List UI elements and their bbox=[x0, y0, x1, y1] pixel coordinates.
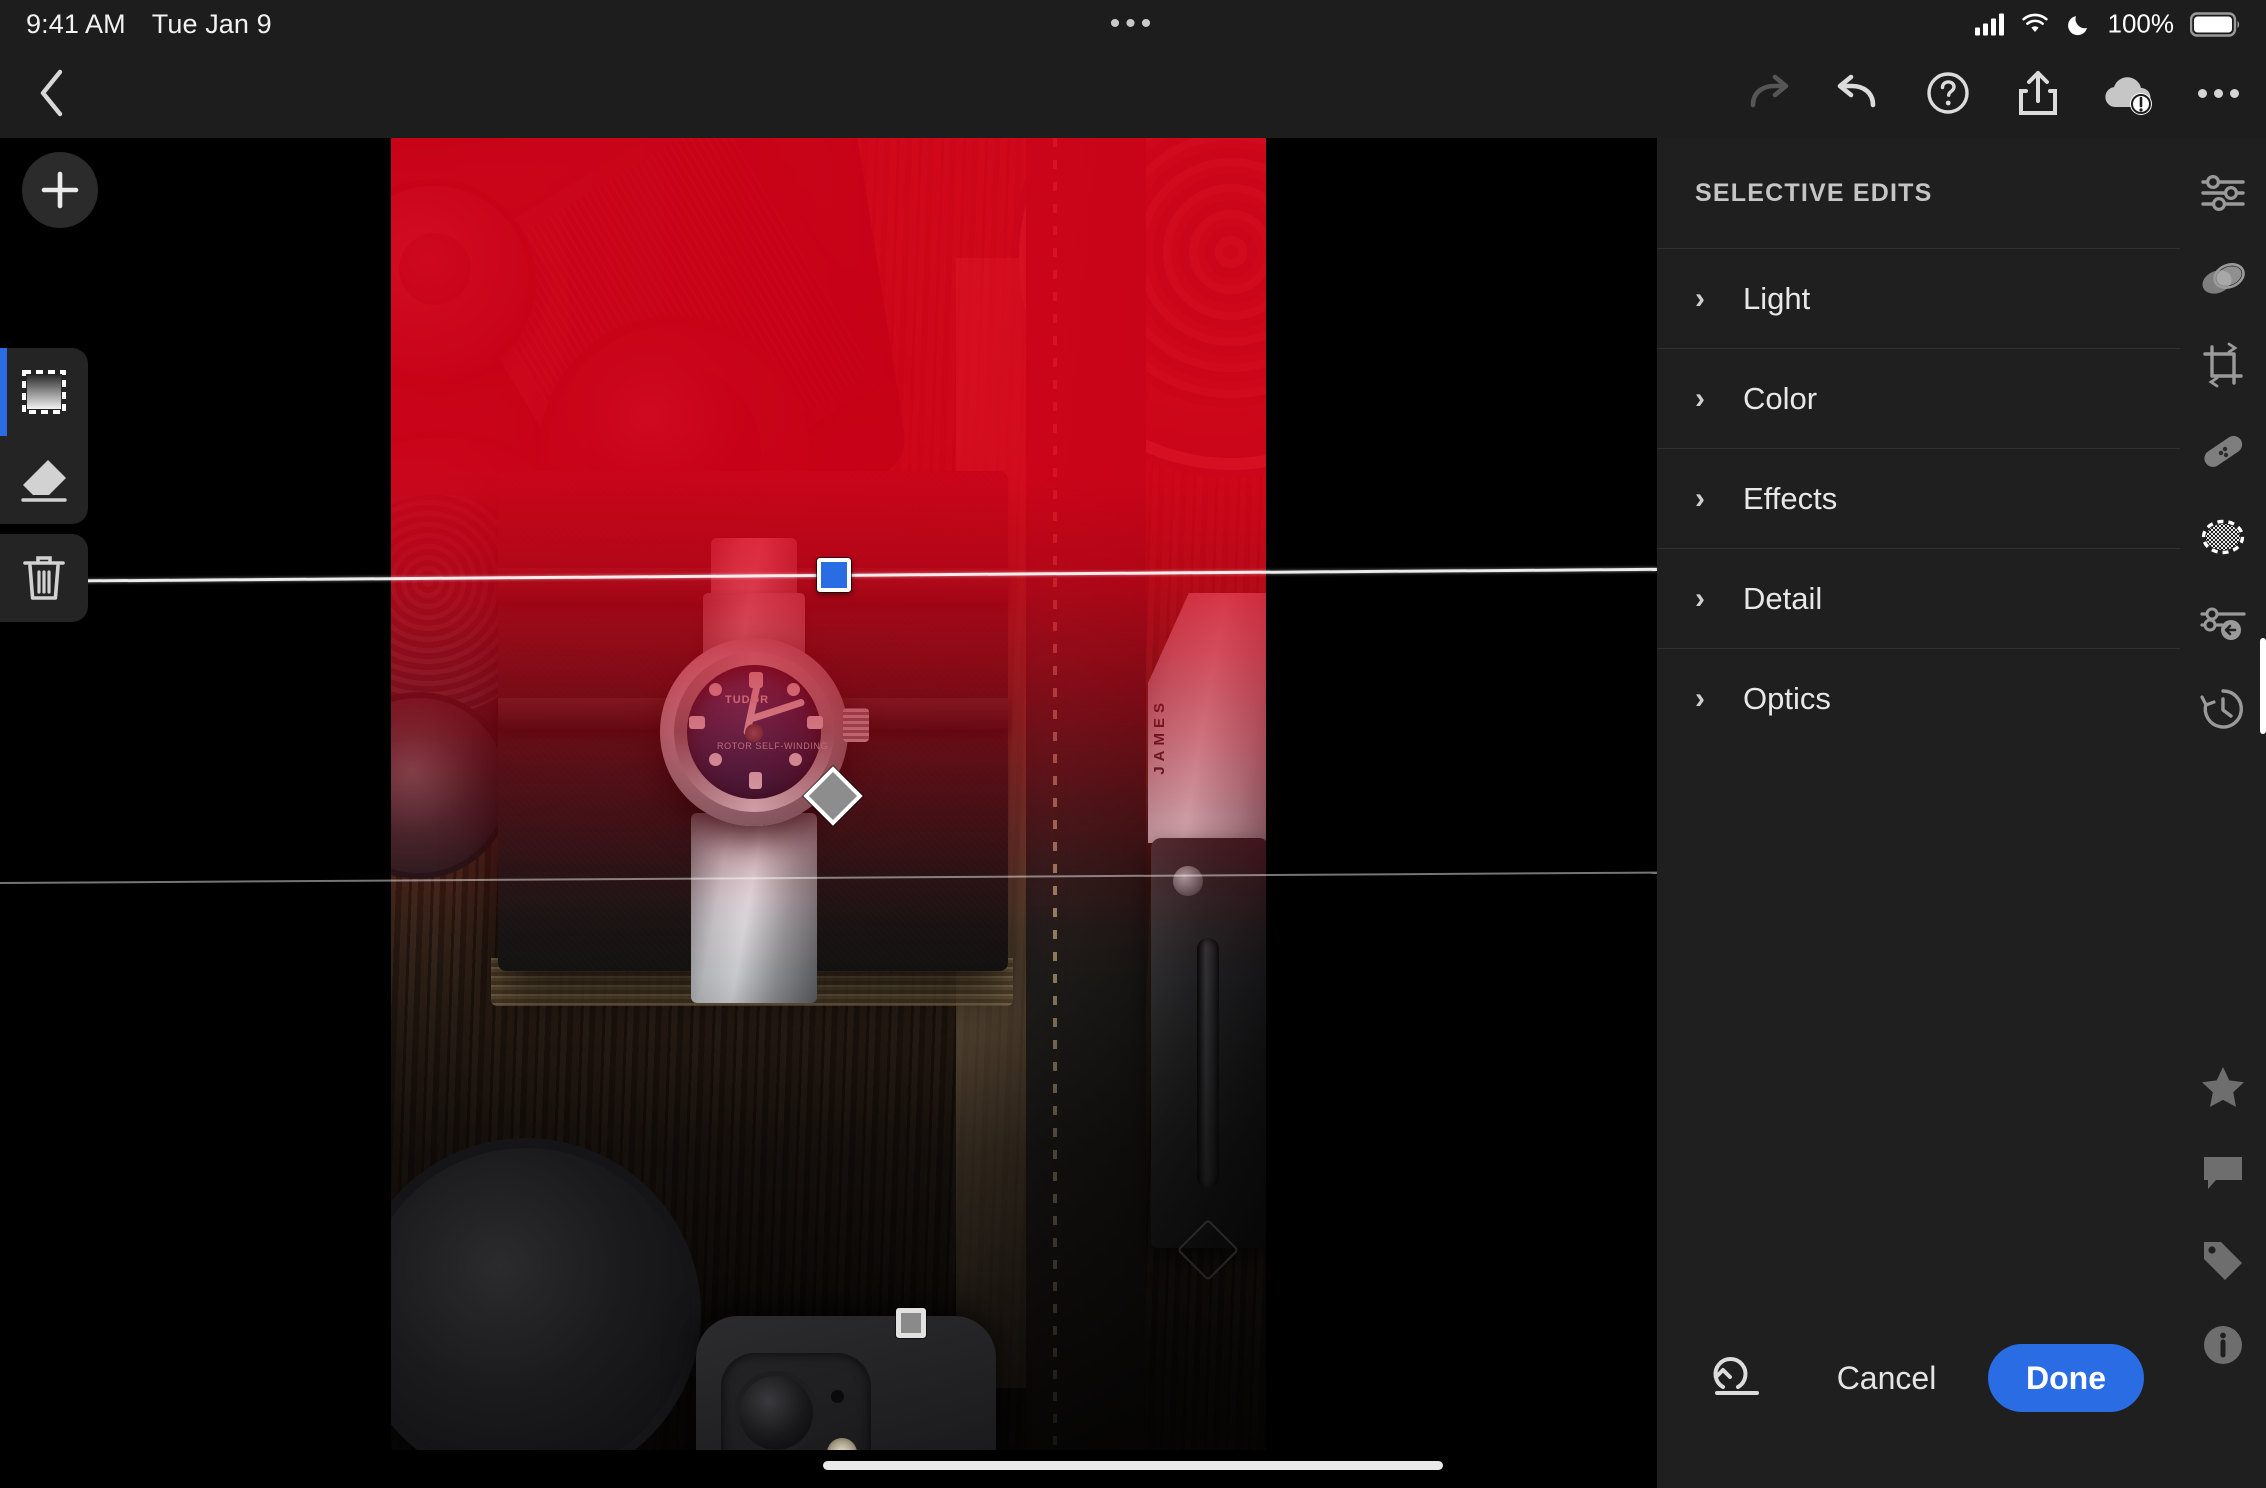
cellular-signal-icon bbox=[1974, 13, 2004, 35]
redo-arrow-icon bbox=[1750, 74, 1789, 108]
cloud-status-button[interactable] bbox=[2098, 63, 2158, 123]
image-canvas[interactable]: JAMES TUDOR ROTOR SELF-WINDING bbox=[0, 138, 1657, 1450]
knife-brand-text: JAMES bbox=[1151, 698, 1168, 775]
battery-icon bbox=[2190, 11, 2240, 37]
panel-footer: Cancel Done bbox=[1657, 1330, 2180, 1426]
chevron-right-icon: › bbox=[1695, 281, 1705, 315]
panel-title: SELECTIVE EDITS bbox=[1695, 178, 1933, 207]
chevron-right-icon: › bbox=[1695, 381, 1705, 415]
delete-mask-button[interactable] bbox=[0, 534, 88, 622]
eraser-tool[interactable] bbox=[0, 436, 88, 524]
chevron-right-icon: › bbox=[1695, 481, 1705, 515]
do-not-disturb-moon-icon bbox=[2067, 15, 2087, 35]
status-bar-left: 9:41 AM Tue Jan 9 bbox=[0, 9, 272, 40]
panel-section-effects[interactable]: › Effects bbox=[1657, 448, 2180, 548]
watch-brand-text: TUDOR bbox=[725, 694, 770, 706]
toolbar-actions bbox=[1738, 63, 2248, 123]
chevron-left-icon bbox=[40, 69, 63, 117]
help-button[interactable] bbox=[1918, 63, 1978, 123]
gradient-start-handle[interactable] bbox=[817, 558, 851, 592]
reset-button[interactable] bbox=[1689, 1330, 1785, 1426]
edit-sliders-icon[interactable] bbox=[2180, 150, 2266, 236]
battery-percent-label: 100% bbox=[2107, 8, 2175, 39]
ellipsis-icon bbox=[2197, 88, 2239, 98]
versions-history-icon[interactable] bbox=[2180, 666, 2266, 752]
crop-rotate-icon[interactable] bbox=[2180, 322, 2266, 408]
plus-icon bbox=[41, 171, 79, 209]
status-time: 9:41 AM bbox=[26, 8, 126, 39]
right-tool-rail bbox=[2180, 138, 2266, 1488]
mask-tool-palette bbox=[0, 348, 88, 622]
wifi-icon bbox=[2021, 13, 2048, 32]
panel-section-detail[interactable]: › Detail bbox=[1657, 548, 2180, 648]
question-mark-circle-icon bbox=[1927, 72, 1969, 114]
panel-section-color[interactable]: › Color bbox=[1657, 348, 2180, 448]
eraser-icon bbox=[21, 460, 67, 502]
comments-icon[interactable] bbox=[2180, 1130, 2266, 1216]
back-button[interactable] bbox=[22, 63, 82, 123]
status-bar: 9:41 AM Tue Jan 9 ••• 100% bbox=[0, 0, 2266, 48]
panel-section-label: Optics bbox=[1743, 680, 1831, 716]
panel-section-optics[interactable]: › Optics bbox=[1657, 648, 2180, 748]
add-mask-button[interactable] bbox=[22, 152, 98, 228]
keyword-tag-icon[interactable] bbox=[2180, 1216, 2266, 1302]
chevron-right-icon: › bbox=[1695, 681, 1705, 715]
selective-edits-panel: SELECTIVE EDITS › Light › Color › Effect… bbox=[1657, 138, 2180, 1488]
lightroom-app-window: 9:41 AM Tue Jan 9 ••• 100% JAMES TUDOR R… bbox=[0, 0, 2266, 1488]
info-icon[interactable] bbox=[2180, 1302, 2266, 1388]
mask-tool-group bbox=[0, 348, 88, 524]
more-options-button[interactable] bbox=[2188, 63, 2248, 123]
panel-section-label: Light bbox=[1743, 280, 1811, 316]
panel-section-light[interactable]: › Light bbox=[1657, 248, 2180, 348]
top-toolbar bbox=[0, 48, 2266, 138]
healing-blend-icon[interactable] bbox=[2180, 236, 2266, 322]
watch-caliber-text: ROTOR SELF-WINDING bbox=[717, 741, 829, 751]
panel-section-label: Detail bbox=[1743, 580, 1823, 616]
gradient-end-handle[interactable] bbox=[896, 1308, 926, 1338]
status-date: Tue Jan 9 bbox=[151, 8, 272, 39]
redo-button[interactable] bbox=[1738, 63, 1798, 123]
undo-button[interactable] bbox=[1828, 63, 1888, 123]
selective-masking-icon[interactable] bbox=[2180, 494, 2266, 580]
linear-gradient-icon bbox=[22, 370, 66, 414]
panel-section-label: Effects bbox=[1743, 480, 1838, 516]
share-upload-icon bbox=[2019, 71, 2057, 115]
chevron-right-icon: › bbox=[1695, 581, 1705, 615]
status-bar-right: 100% bbox=[1974, 8, 2243, 40]
presets-icon[interactable] bbox=[2180, 580, 2266, 666]
share-button[interactable] bbox=[2008, 63, 2068, 123]
home-indicator bbox=[823, 1461, 1443, 1470]
reset-arrow-icon bbox=[1713, 1357, 1759, 1395]
trash-icon bbox=[23, 556, 65, 600]
delete-mask-group bbox=[0, 534, 88, 622]
cancel-button[interactable]: Cancel bbox=[1785, 1360, 1988, 1397]
status-center-dots: ••• bbox=[1109, 7, 1157, 40]
linear-gradient-mask-tool[interactable] bbox=[0, 348, 88, 436]
healing-brush-icon[interactable] bbox=[2180, 408, 2266, 494]
undo-arrow-icon bbox=[1837, 74, 1876, 108]
done-button[interactable]: Done bbox=[1988, 1344, 2144, 1412]
cloud-warning-icon bbox=[2105, 77, 2152, 115]
panel-section-label: Color bbox=[1743, 380, 1818, 416]
star-rating-icon[interactable] bbox=[2180, 1044, 2266, 1130]
